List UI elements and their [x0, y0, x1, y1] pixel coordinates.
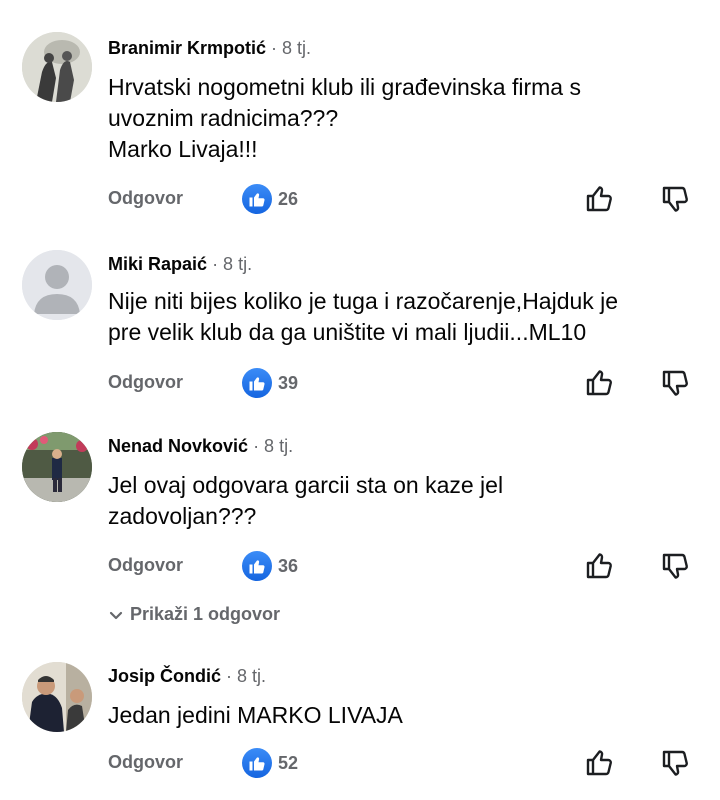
thumb-up-icon[interactable] — [584, 746, 616, 778]
action-row: Odgovor 52 — [0, 746, 720, 782]
author-line: Nenad Novković · 8 tj. — [108, 436, 293, 457]
thumb-up-icon[interactable] — [584, 366, 616, 398]
comment-text-line: Jel ovaj odgovara garcii sta on kaze jel — [108, 472, 504, 498]
author-line: Branimir Krmpotić · 8 tj. — [108, 38, 311, 59]
timestamp[interactable]: · 8 tj. — [253, 436, 293, 456]
reply-button[interactable]: Odgovor — [108, 555, 183, 576]
comment-text: Jel ovaj odgovara garcii sta on kaze jel… — [108, 470, 688, 532]
thumb-down-icon[interactable] — [660, 368, 692, 400]
author-name[interactable]: Miki Rapaić — [108, 254, 207, 274]
show-replies-button[interactable]: Prikaži 1 odgovor — [108, 604, 280, 625]
like-count: 39 — [278, 373, 299, 393]
timestamp[interactable]: · 8 tj. — [226, 666, 266, 686]
action-row: Odgovor 36 — [0, 549, 720, 585]
show-replies-label: Prikaži 1 odgovor — [130, 604, 281, 624]
comment-text-line: Hrvatski nogometni klub ili građevinska … — [108, 74, 581, 100]
reply-button[interactable]: Odgovor — [108, 188, 183, 209]
comment-text-line: Jedan jedini MARKO LIVAJA — [108, 702, 403, 728]
thumb-down-icon[interactable] — [660, 551, 692, 583]
comment-text-line: uvoznim radnicima??? — [108, 105, 339, 131]
like-icon — [242, 551, 272, 581]
default-avatar-icon[interactable] — [22, 250, 92, 320]
like-icon — [242, 184, 272, 214]
author-name[interactable]: Josip Čondić — [108, 666, 221, 686]
timestamp[interactable]: · 8 tj. — [212, 254, 252, 274]
avatar[interactable] — [22, 662, 92, 732]
like-count: 26 — [278, 189, 299, 209]
chevron-down-icon — [109, 612, 123, 620]
action-row: Odgovor 26 — [0, 182, 720, 218]
like-count: 52 — [278, 753, 299, 773]
reply-button[interactable]: Odgovor — [108, 372, 183, 393]
avatar[interactable] — [22, 432, 92, 502]
author-name[interactable]: Nenad Novković — [108, 436, 248, 456]
timestamp[interactable]: · 8 tj. — [271, 38, 311, 58]
like-icon — [242, 368, 272, 398]
comment-text-line: Nije niti bijes koliko je tuga i razočar… — [108, 288, 619, 314]
author-line: Miki Rapaić · 8 tj. — [108, 254, 252, 275]
comment-text-line: Marko Livaja!!! — [108, 136, 258, 162]
comment-text: Nije niti bijes koliko je tuga i razočar… — [108, 286, 688, 348]
avatar[interactable] — [22, 32, 92, 102]
like-icon — [242, 748, 272, 778]
comment-text-line: pre velik klub da ga uništite vi mali lj… — [108, 319, 587, 345]
thumb-down-icon[interactable] — [660, 748, 692, 780]
action-row: Odgovor 39 — [0, 366, 720, 402]
author-name[interactable]: Branimir Krmpotić — [108, 38, 266, 58]
thumb-down-icon[interactable] — [660, 184, 692, 216]
comment-text: Jedan jedini MARKO LIVAJA — [108, 700, 688, 731]
like-count: 36 — [278, 556, 299, 576]
reply-button[interactable]: Odgovor — [108, 752, 183, 773]
thumb-up-icon[interactable] — [584, 549, 616, 581]
comment-text-line: zadovoljan??? — [108, 503, 257, 529]
comment-text: Hrvatski nogometni klub ili građevinska … — [108, 72, 688, 165]
thumb-up-icon[interactable] — [584, 182, 616, 214]
author-line: Josip Čondić · 8 tj. — [108, 666, 266, 687]
